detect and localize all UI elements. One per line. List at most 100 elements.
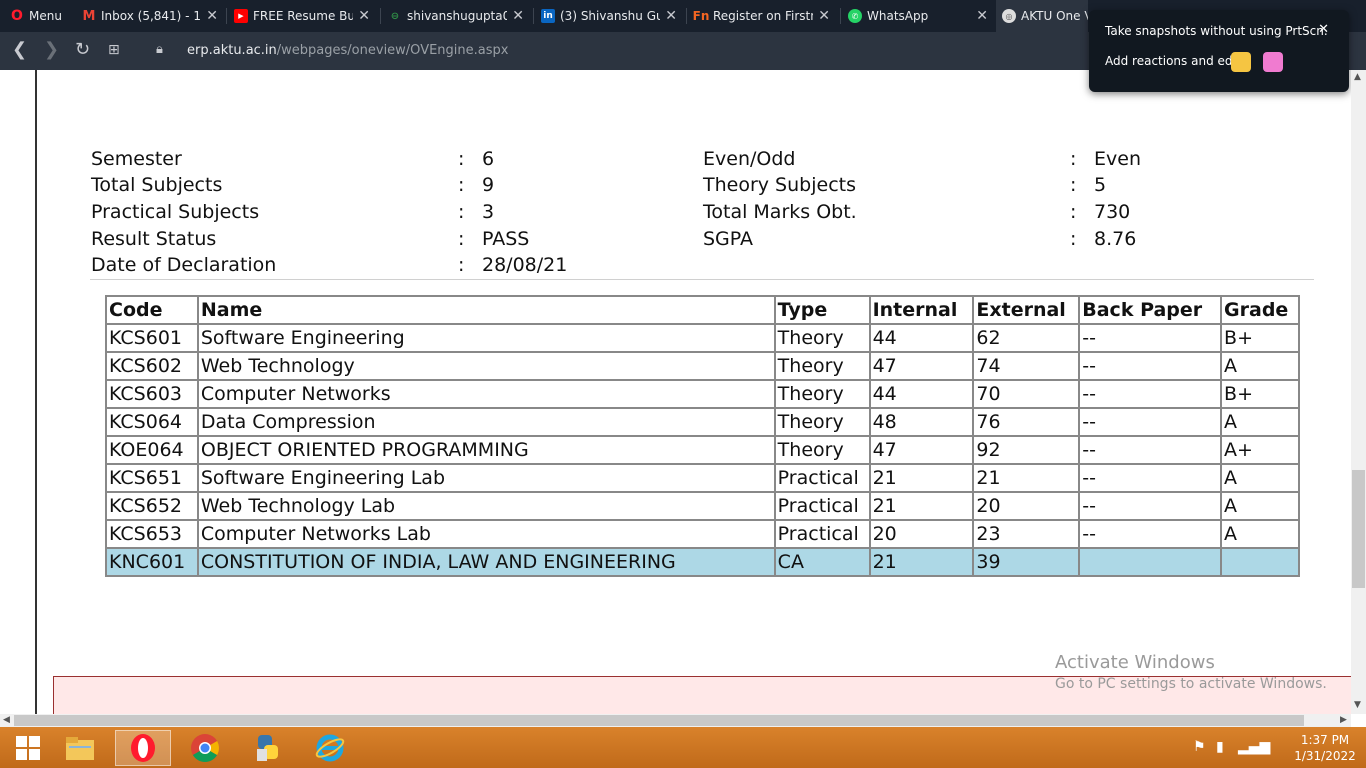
page-border <box>35 70 37 714</box>
tab-geeksforgeeks[interactable]: ⊖ shivanshugupta01 ✕ <box>382 0 530 32</box>
scroll-left-icon[interactable]: ◀ <box>3 715 10 725</box>
cell-back-paper: -- <box>1078 407 1223 437</box>
cell-internal: 21 <box>868 463 975 493</box>
cell-name: CONSTITUTION OF INDIA, LAW AND ENGINEERI… <box>196 547 776 577</box>
total-subjects-value: 9 <box>482 174 495 196</box>
cell-grade: A <box>1220 491 1300 521</box>
youtube-icon: ▶ <box>234 9 248 23</box>
cell-type: Theory <box>773 379 871 409</box>
cell-grade: B+ <box>1220 323 1300 353</box>
system-clock[interactable]: 1:37 PM 1/31/2022 <box>1290 732 1360 764</box>
evenodd-label: Even/Odd <box>703 148 796 170</box>
forward-icon[interactable]: ❯ <box>44 40 59 60</box>
cell-back-paper: -- <box>1078 351 1223 381</box>
tab-whatsapp[interactable]: ✆ WhatsApp ✕ <box>842 0 994 32</box>
table-row: KCS602 Web Technology Theory 47 74 -- A <box>105 351 1300 381</box>
table-row: KCS652 Web Technology Lab Practical 21 20 -- A <box>105 491 1300 521</box>
tab-youtube[interactable]: ▶ FREE Resume Build ✕ <box>228 0 376 32</box>
total-marks-value: 730 <box>1094 201 1131 223</box>
cell-external: 92 <box>972 435 1081 465</box>
internet-explorer-icon[interactable] <box>302 730 358 766</box>
cell-external: 20 <box>972 491 1081 521</box>
cell-type: Practical <box>773 519 871 549</box>
file-explorer-icon[interactable] <box>52 730 108 766</box>
close-tab-icon[interactable]: ✕ <box>206 8 218 24</box>
windows-taskbar: ⚑ ▮ ▂▄▆ 🔈︎ 1:37 PM 1/31/2022 <box>0 727 1366 768</box>
tab-linkedin[interactable]: in (3) Shivanshu Gupt ✕ <box>535 0 683 32</box>
cell-internal: 47 <box>868 435 975 465</box>
table-row-highlighted: KNC601 CONSTITUTION OF INDIA, LAW AND ENG… <box>105 547 1300 577</box>
theory-subjects-value: 5 <box>1094 174 1107 196</box>
cell-type: Theory <box>773 435 871 465</box>
reload-icon[interactable]: ↻ <box>75 40 90 60</box>
cell-grade: A <box>1220 407 1300 437</box>
lock-icon: 🔒︎ <box>156 42 163 57</box>
linkedin-icon: in <box>541 9 555 23</box>
declaration-label: Date of Declaration <box>91 254 277 276</box>
col-header-type: Type <box>773 295 871 325</box>
cell-name: Computer Networks <box>196 379 776 409</box>
colon: : <box>1070 228 1077 250</box>
emoji-face-icon <box>1231 52 1251 72</box>
cell-grade: B+ <box>1220 379 1300 409</box>
cell-internal: 44 <box>868 323 975 353</box>
opera-icon[interactable] <box>115 730 171 766</box>
cell-external: 62 <box>972 323 1081 353</box>
colon: : <box>1070 174 1077 196</box>
cell-name: Software Engineering Lab <box>196 463 776 493</box>
volume-icon[interactable]: 🔈︎ <box>1264 739 1272 755</box>
windows-start-icon[interactable] <box>0 730 56 766</box>
colon: : <box>458 148 465 170</box>
tab-firstnaukri[interactable]: Fn Register on Firstna ✕ <box>688 0 836 32</box>
table-row: KCS653 Computer Networks Lab Practical 20 23… <box>105 519 1300 549</box>
cell-code: KCS601 <box>105 323 199 353</box>
table-row: KCS064 Data Compression Theory 48 76 -- A <box>105 407 1300 437</box>
declaration-value: 28/08/21 <box>482 254 568 276</box>
clock-time: 1:37 PM <box>1300 733 1350 747</box>
horizontal-scroll-thumb[interactable] <box>14 715 1304 726</box>
vertical-scrollbar[interactable]: ▲ ▼ <box>1351 70 1366 714</box>
cell-name: OBJECT ORIENTED PROGRAMMING <box>196 435 776 465</box>
scroll-up-icon[interactable]: ▲ <box>1354 72 1361 82</box>
cell-type: Theory <box>773 351 871 381</box>
cell-back-paper: -- <box>1078 379 1223 409</box>
practical-subjects-label: Practical Subjects <box>91 201 260 223</box>
firstnaukri-icon: Fn <box>692 9 710 23</box>
close-tab-icon[interactable]: ✕ <box>976 8 988 24</box>
back-icon[interactable]: ❮ <box>12 40 27 60</box>
close-tab-icon[interactable]: ✕ <box>358 8 370 24</box>
close-tab-icon[interactable]: ✕ <box>665 8 677 24</box>
tab-grid-icon[interactable]: ⊞ <box>108 40 120 60</box>
close-tab-icon[interactable]: ✕ <box>512 8 524 24</box>
cell-code: KCS652 <box>105 491 199 521</box>
cell-name: Web Technology <box>196 351 776 381</box>
url-field[interactable]: erp.aktu.ac.in/webpages/oneview/OVEngine… <box>187 43 508 58</box>
cell-external: 21 <box>972 463 1081 493</box>
battery-icon[interactable]: ▮ <box>1216 739 1224 755</box>
scroll-right-icon[interactable]: ▶ <box>1340 715 1347 725</box>
result-status-label: Result Status <box>91 228 217 250</box>
table-row: KCS651 Software Engineering Lab Practical 2… <box>105 463 1300 493</box>
total-subjects-label: Total Subjects <box>91 174 223 196</box>
cell-internal: 44 <box>868 379 975 409</box>
opera-menu-button[interactable]: O Menu <box>4 0 74 32</box>
col-header-code: Code <box>105 295 199 325</box>
col-header-back-paper: Back Paper <box>1078 295 1223 325</box>
geeksforgeeks-icon: ⊖ <box>390 10 400 22</box>
vertical-scroll-thumb[interactable] <box>1352 470 1365 588</box>
gmail-icon: M <box>82 8 96 24</box>
divider <box>90 279 1314 280</box>
close-tab-icon[interactable]: ✕ <box>818 8 830 24</box>
tab-aktu[interactable]: ◎ AKTU One Vi <box>996 0 1088 32</box>
close-popup-icon[interactable]: ✕ <box>1318 22 1329 37</box>
horizontal-scrollbar[interactable]: ◀ ▶ <box>0 714 1351 727</box>
cell-internal: 21 <box>868 491 975 521</box>
result-status-value: PASS <box>482 228 530 250</box>
python-idle-icon[interactable] <box>240 730 296 766</box>
network-error-icon[interactable]: ⚑ <box>1193 739 1206 755</box>
cell-back-paper <box>1078 547 1223 577</box>
scroll-down-icon[interactable]: ▼ <box>1354 700 1361 710</box>
colon: : <box>1070 201 1077 223</box>
tab-gmail[interactable]: M Inbox (5,841) - 18 ✕ <box>76 0 224 32</box>
chrome-icon[interactable] <box>177 730 233 766</box>
